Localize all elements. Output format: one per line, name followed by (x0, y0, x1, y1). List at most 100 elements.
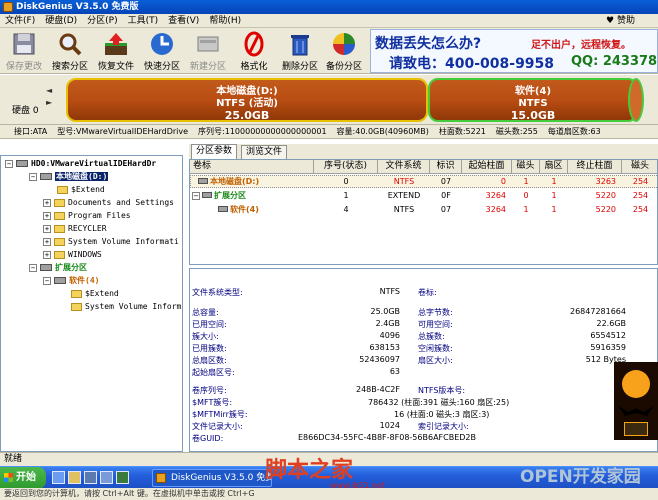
tree-folder-label: Documents and Settings (68, 198, 174, 207)
ad-phone: 请致电：400-008-9958 (389, 56, 555, 72)
tree-folder[interactable]: $Extend (71, 288, 119, 300)
explorer-icon[interactable] (52, 471, 65, 484)
column-header[interactable]: 卷标 (190, 160, 314, 174)
haunted-house-icon (624, 422, 648, 436)
cell-label-text: 本地磁盘(D:) (210, 177, 260, 186)
tree-folder[interactable]: System Volume Inform (71, 301, 181, 313)
new-partition-button[interactable]: 新建分区 (188, 31, 228, 73)
backup-partition-button[interactable]: 备份分区 (324, 31, 364, 73)
disk-tree[interactable]: − HD0:VMwareVirtualIDEHardDr − 本地磁盘(D:) $E… (0, 155, 183, 452)
menu-file[interactable]: 文件(F) (0, 14, 40, 28)
partition-bar-d[interactable]: 本地磁盘(D:) NTFS (活动) 25.0GB (66, 78, 428, 122)
cell-id: 0F (441, 191, 451, 200)
quick-partition-icon (149, 31, 175, 57)
total-clusters-value: 6554512 (590, 331, 626, 340)
tab-browse-files[interactable]: 浏览文件 (241, 145, 288, 159)
partition-bar-software[interactable]: 软件(4) NTFS 15.0GB (428, 78, 644, 122)
computer-icon[interactable] (100, 471, 113, 484)
index-size-label: 索引记录大小: (418, 422, 469, 431)
column-header[interactable]: 终止柱面 (568, 160, 622, 174)
folder-icon (54, 198, 65, 207)
tree-folder[interactable]: + System Volume Informati (43, 236, 179, 248)
tree-node-software[interactable]: − 软件(4) (43, 275, 99, 287)
new-partition-icon (195, 31, 221, 57)
index-size-value: 40 (520, 421, 626, 430)
column-header[interactable]: 磁头 (512, 160, 540, 174)
tree-folder[interactable]: + Documents and Settings (43, 197, 174, 209)
menu-help[interactable]: 帮助(H) (204, 14, 246, 28)
expand-icon[interactable]: + (43, 224, 51, 233)
menu-view[interactable]: 查看(V) (163, 14, 204, 28)
expand-icon[interactable]: + (43, 237, 51, 246)
cell-label: 本地磁盘(D:) (198, 175, 259, 188)
disk-nav-arrows[interactable]: ◄ ► (46, 85, 52, 109)
delete-partition-button[interactable]: 删除分区 (280, 31, 320, 73)
recover-files-icon (103, 31, 129, 57)
record-size-value: 1024 (379, 421, 400, 430)
cell-label-text: 扩展分区 (214, 191, 246, 200)
magnifier-icon (57, 31, 83, 57)
partition-d-name: 本地磁盘(D:) (216, 86, 278, 97)
total-sectors-value: 52436097 (359, 355, 400, 364)
quick-partition-button[interactable]: 快速分区 (142, 31, 182, 73)
free-space-label: 可用空间: (418, 320, 453, 329)
recover-files-button[interactable]: 恢复文件 (96, 31, 136, 73)
folder-icon[interactable] (68, 471, 81, 484)
cell-start-cyl: 0 (500, 177, 506, 186)
column-header[interactable]: 起始柱面 (462, 160, 512, 174)
tree-disk-label: HD0:VMwareVirtualIDEHardDr (31, 159, 157, 168)
tree-node-local-disk[interactable]: − 本地磁盘(D:) (29, 171, 109, 183)
menu-disk[interactable]: 硬盘(D) (40, 14, 82, 28)
app-icon[interactable] (116, 471, 129, 484)
menu-partition[interactable]: 分区(P) (82, 14, 122, 28)
sponsor-link[interactable]: ♥ 赞助 (601, 14, 640, 28)
mft-cluster-value: 786432 (柱面:391 磁头:160 扇区:25) (368, 398, 510, 407)
sector-size-label: 扇区大小: (418, 356, 453, 365)
tree-node-disk[interactable]: − HD0:VMwareVirtualIDEHardDr (5, 158, 156, 170)
search-partition-button[interactable]: 搜索分区 (50, 31, 90, 73)
column-header[interactable]: 扇区 (540, 160, 568, 174)
collapse-icon[interactable]: − (29, 172, 37, 181)
cluster-size-label: 簇大小: (192, 332, 219, 341)
info-sectors: 每道扇区数:63 (547, 127, 601, 136)
format-button[interactable]: 格式化 (234, 31, 274, 73)
collapse-icon[interactable]: − (5, 159, 13, 168)
taskbar-window-label: DiskGenius V3.5.0 免费版 (171, 473, 271, 483)
expand-icon[interactable]: + (43, 211, 51, 220)
fs-type-label: 文件系统类型: (192, 288, 243, 297)
cylinder-end-cap (628, 78, 644, 122)
start-button[interactable]: 开始 (0, 467, 46, 489)
cluster-size-value: 4096 (379, 331, 400, 340)
tree-folder[interactable]: + WINDOWS (43, 249, 102, 261)
column-header[interactable]: 标识 (430, 160, 462, 174)
used-space-value: 2.4GB (375, 319, 400, 328)
partition-icon (40, 173, 52, 180)
partition-icon (198, 178, 208, 184)
disk-map: 硬盘 0 ◄ ► 本地磁盘(D:) NTFS (活动) 25.0GB 软件(4) … (0, 75, 658, 125)
tree-folder[interactable]: $Extend (57, 184, 105, 196)
column-header[interactable]: 磁头 (622, 160, 657, 174)
hard-disk-icon (16, 160, 28, 167)
cell-start-head: 1 (523, 177, 529, 186)
expand-icon[interactable]: + (43, 250, 51, 259)
cell-start-sec: 1 (551, 177, 557, 186)
collapse-icon[interactable]: − (43, 276, 51, 285)
cell-label: − 扩展分区 (192, 189, 246, 202)
tree-folder[interactable]: + Program Files (43, 210, 131, 222)
window-title: DiskGenius V3.5.0 免费版 (16, 2, 139, 12)
disk-icon[interactable] (84, 471, 97, 484)
collapse-icon[interactable]: − (29, 263, 37, 272)
column-header[interactable]: 文件系统 (378, 160, 430, 174)
tab-partition-params[interactable]: 分区参数 (191, 144, 238, 159)
column-header[interactable]: 序号(状态) (314, 160, 378, 174)
expand-icon[interactable]: + (43, 198, 51, 207)
ad-banner[interactable]: 数据丢失怎么办? 足不出户，远程恢复。 请致电：400-008-9958 QQ:… (370, 29, 658, 73)
tree-folder[interactable]: + RECYCLER (43, 223, 107, 235)
save-changes-button[interactable]: 保存更改 (4, 31, 44, 73)
folder-icon (71, 302, 82, 311)
collapse-icon[interactable]: − (192, 192, 200, 200)
partition-table[interactable]: 卷标 序号(状态) 文件系统 标识 起始柱面 磁头 扇区 终止柱面 磁头 本地磁… (189, 159, 658, 265)
tree-node-extended[interactable]: − 扩展分区 (29, 262, 87, 274)
taskbar-window-button[interactable]: DiskGenius V3.5.0 免费版 (152, 469, 272, 487)
menu-tools[interactable]: 工具(T) (123, 14, 164, 28)
